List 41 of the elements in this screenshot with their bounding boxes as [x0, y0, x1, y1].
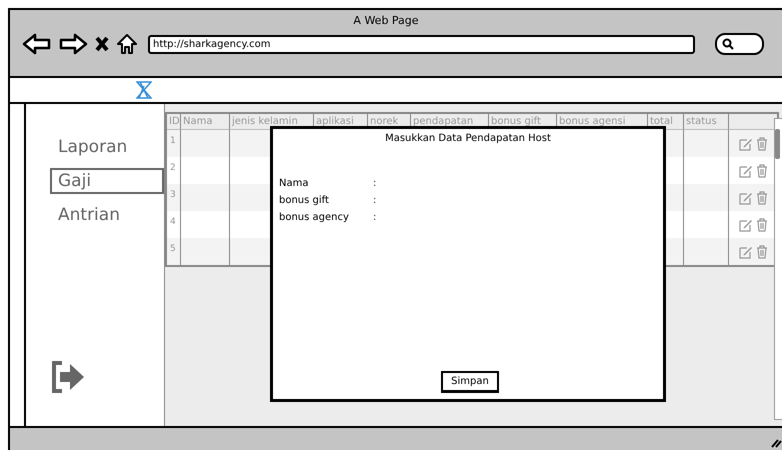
edit-icon[interactable]: [738, 244, 752, 258]
trash-icon[interactable]: [756, 136, 768, 150]
column-header: Nama: [180, 114, 229, 130]
menu-item[interactable]: Gaji: [50, 168, 164, 194]
save-button[interactable]: Simpan: [441, 371, 499, 393]
table-cell: 3: [167, 184, 180, 211]
window-title: A Web Page: [352, 13, 420, 27]
field-separator: :: [373, 178, 378, 189]
trash-icon[interactable]: [756, 164, 768, 178]
table-cell: 5: [167, 238, 180, 265]
back-icon[interactable]: [22, 33, 52, 55]
table-cell: [180, 130, 229, 157]
forward-icon[interactable]: [58, 33, 88, 55]
close-icon[interactable]: [94, 35, 110, 53]
menu-item[interactable]: Laporan: [50, 134, 164, 160]
search-field[interactable]: [715, 33, 764, 55]
field-label: bonus gift: [279, 195, 330, 206]
search-icon: [722, 38, 734, 50]
table-cell-text: 4: [169, 216, 177, 229]
table-cell: 1: [167, 130, 180, 157]
menu-item[interactable]: Antrian: [50, 202, 164, 228]
field-label: bonus agency: [279, 212, 350, 223]
table-cell-text: 2: [169, 162, 177, 175]
broken-image-icon: [136, 81, 152, 99]
column-header: ID: [167, 114, 180, 130]
edit-icon[interactable]: [738, 164, 752, 178]
edit-icon[interactable]: [738, 218, 752, 232]
dialog-title: Masukkan Data Pendapatan Host: [384, 132, 552, 144]
column-header: status: [683, 114, 728, 130]
field-label: Nama: [279, 178, 310, 189]
address-field[interactable]: http://sharkagency.com: [148, 34, 695, 54]
trash-icon[interactable]: [756, 218, 768, 232]
scrollbar[interactable]: [774, 118, 782, 420]
field-separator: :: [373, 212, 378, 223]
trash-icon[interactable]: [756, 244, 768, 258]
edit-icon[interactable]: [738, 190, 752, 204]
edit-icon[interactable]: [738, 136, 752, 150]
trash-icon[interactable]: [756, 190, 768, 204]
home-icon[interactable]: [116, 33, 138, 55]
field-separator: :: [373, 195, 378, 206]
table-cell: [180, 184, 229, 211]
